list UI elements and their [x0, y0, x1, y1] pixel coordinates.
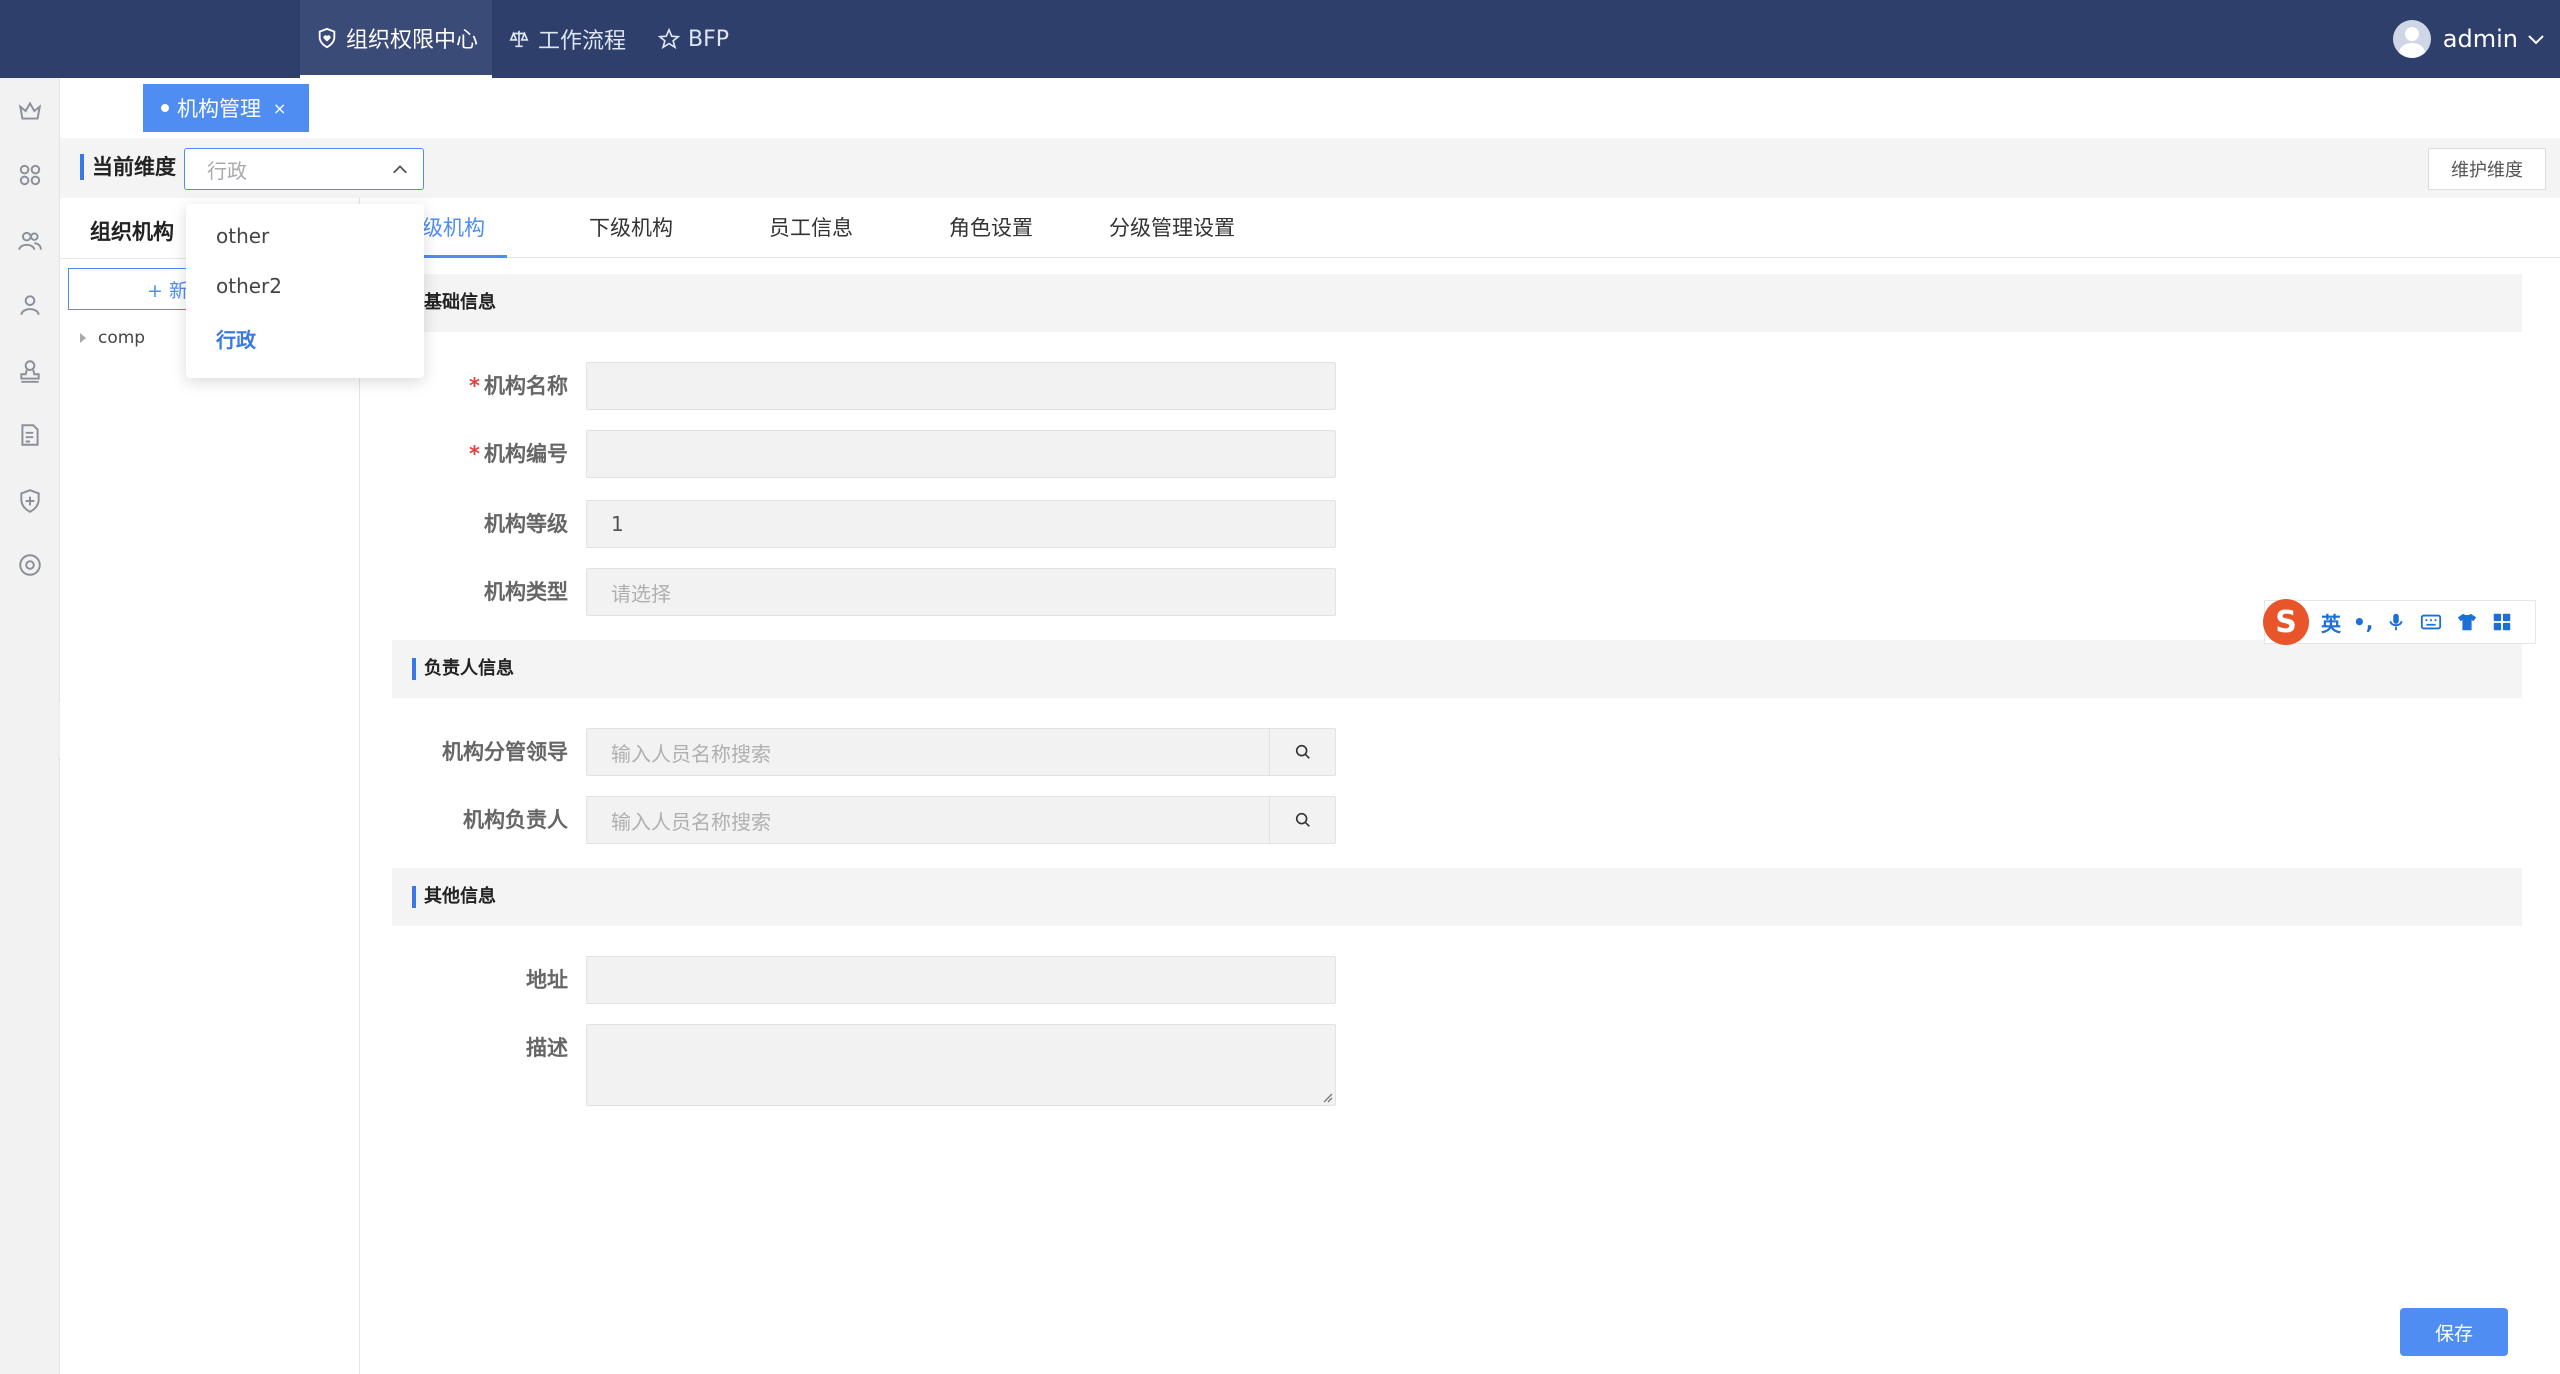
address-input[interactable] — [586, 956, 1336, 1004]
tree-node-label: comp — [98, 328, 146, 348]
basic-info-section: 基础信息 — [392, 274, 2522, 332]
keyboard-icon[interactable] — [2419, 611, 2443, 633]
maintain-dimension-button[interactable]: 维护维度 — [2428, 148, 2546, 190]
head-search-button[interactable] — [1269, 797, 1335, 843]
settings-icon[interactable] — [17, 552, 43, 578]
label-text: 机构名称 — [484, 374, 568, 398]
dropdown-option-selected[interactable]: 行政 — [216, 324, 256, 353]
tag-bar: 机构管理 × — [60, 78, 2560, 138]
dimension-dropdown: other other2 行政 — [186, 204, 424, 378]
microphone-icon[interactable] — [2385, 611, 2407, 633]
head-label: 机构负责人 — [463, 808, 568, 832]
section-title: 基础信息 — [412, 292, 496, 314]
document-icon[interactable] — [17, 422, 43, 448]
expand-arrow-icon[interactable] — [80, 333, 86, 343]
avatar — [2392, 20, 2431, 58]
leader-placeholder: 输入人员名称搜索 — [611, 741, 771, 766]
apps-icon[interactable] — [17, 162, 43, 188]
nav-label: BFP — [688, 26, 730, 52]
org-level-label: 机构等级 — [484, 512, 568, 536]
top-navbar: 组织权限中心 工作流程 BFP admin — [0, 0, 2560, 78]
ime-toolbar: S 英 •, — [2263, 599, 2536, 645]
search-icon — [1295, 744, 1310, 759]
stamp-icon[interactable] — [17, 358, 43, 384]
shield-plus-icon[interactable] — [17, 488, 43, 514]
ime-lang-toggle[interactable]: 英 — [2321, 608, 2341, 637]
save-button[interactable]: 保存 — [2400, 1308, 2508, 1356]
active-dot-icon — [161, 104, 169, 112]
tab-hierarchy-settings[interactable]: 分级管理设置 — [1109, 198, 1235, 258]
description-textarea[interactable] — [586, 1024, 1336, 1106]
star-icon — [658, 28, 680, 50]
dropdown-option[interactable]: other2 — [216, 274, 282, 298]
leader-label: 机构分管领导 — [442, 740, 568, 764]
tab-employee-info[interactable]: 员工信息 — [769, 198, 853, 258]
search-icon — [1295, 812, 1310, 827]
dropdown-option[interactable]: other — [216, 224, 269, 248]
user-icon[interactable] — [17, 292, 43, 318]
icon-rail — [0, 78, 60, 1374]
org-name-input[interactable] — [586, 362, 1336, 410]
org-type-placeholder: 请选择 — [611, 581, 671, 606]
crown-icon[interactable] — [17, 98, 43, 124]
org-code-label: * 机构编号 — [368, 438, 568, 468]
owner-info-section: 负责人信息 — [392, 640, 2522, 698]
content-tabs: 本级机构 下级机构 员工信息 角色设置 分级管理设置 — [361, 198, 2560, 258]
dimension-select-value: 行政 — [207, 158, 247, 183]
head-placeholder: 输入人员名称搜索 — [611, 809, 771, 834]
dimension-select[interactable]: 行政 — [184, 148, 424, 190]
other-info-section: 其他信息 — [392, 868, 2522, 926]
user-menu[interactable]: admin — [2392, 0, 2546, 78]
tab-org-management[interactable]: 机构管理 × — [143, 84, 309, 132]
section-title: 其他信息 — [412, 886, 496, 908]
tree-node-comp[interactable]: comp — [80, 328, 145, 348]
org-type-label: 机构类型 — [484, 580, 568, 604]
tag-label: 机构管理 — [177, 97, 261, 121]
tab-sub-org[interactable]: 下级机构 — [589, 198, 673, 258]
org-level-value: 1 — [611, 512, 624, 536]
description-label: 描述 — [526, 1036, 568, 1060]
nav-workflow[interactable]: 工作流程 — [508, 0, 626, 78]
org-type-select[interactable]: 请选择 — [586, 568, 1336, 616]
resize-handle-icon[interactable] — [1319, 1089, 1333, 1103]
nav-bfp[interactable]: BFP — [658, 0, 729, 78]
nav-org-permission-center[interactable]: 组织权限中心 — [300, 0, 492, 78]
org-level-input[interactable]: 1 — [586, 500, 1336, 548]
tab-role-settings[interactable]: 角色设置 — [949, 198, 1033, 258]
username: admin — [2442, 25, 2518, 53]
shield-heart-icon — [318, 27, 336, 48]
nav-label: 组织权限中心 — [346, 27, 479, 53]
ime-logo[interactable]: S — [2263, 599, 2309, 645]
required-mark: * — [469, 374, 480, 398]
balance-icon — [509, 30, 529, 48]
label-text: 机构编号 — [484, 442, 568, 466]
leader-search-input[interactable]: 输入人员名称搜索 — [586, 728, 1336, 776]
section-title: 负责人信息 — [412, 658, 514, 680]
nav-label: 工作流程 — [538, 29, 627, 54]
head-search-input[interactable]: 输入人员名称搜索 — [586, 796, 1336, 844]
ime-punct-toggle[interactable]: •, — [2353, 610, 2373, 634]
close-icon[interactable]: × — [273, 99, 286, 118]
leader-search-button[interactable] — [1269, 729, 1335, 775]
org-code-input[interactable] — [586, 430, 1336, 478]
required-mark: * — [469, 442, 480, 466]
toolbox-grid-icon[interactable] — [2491, 611, 2513, 633]
dimension-label: 当前维度 — [80, 154, 176, 180]
chevron-down-icon — [2528, 35, 2544, 45]
tree-header: 组织机构 — [90, 220, 174, 244]
address-label: 地址 — [526, 968, 568, 992]
skin-shirt-icon[interactable] — [2455, 611, 2479, 633]
dimension-bar: 当前维度 行政 维护维度 — [60, 138, 2560, 198]
team-icon[interactable] — [17, 228, 43, 254]
chevron-up-icon — [393, 165, 407, 174]
